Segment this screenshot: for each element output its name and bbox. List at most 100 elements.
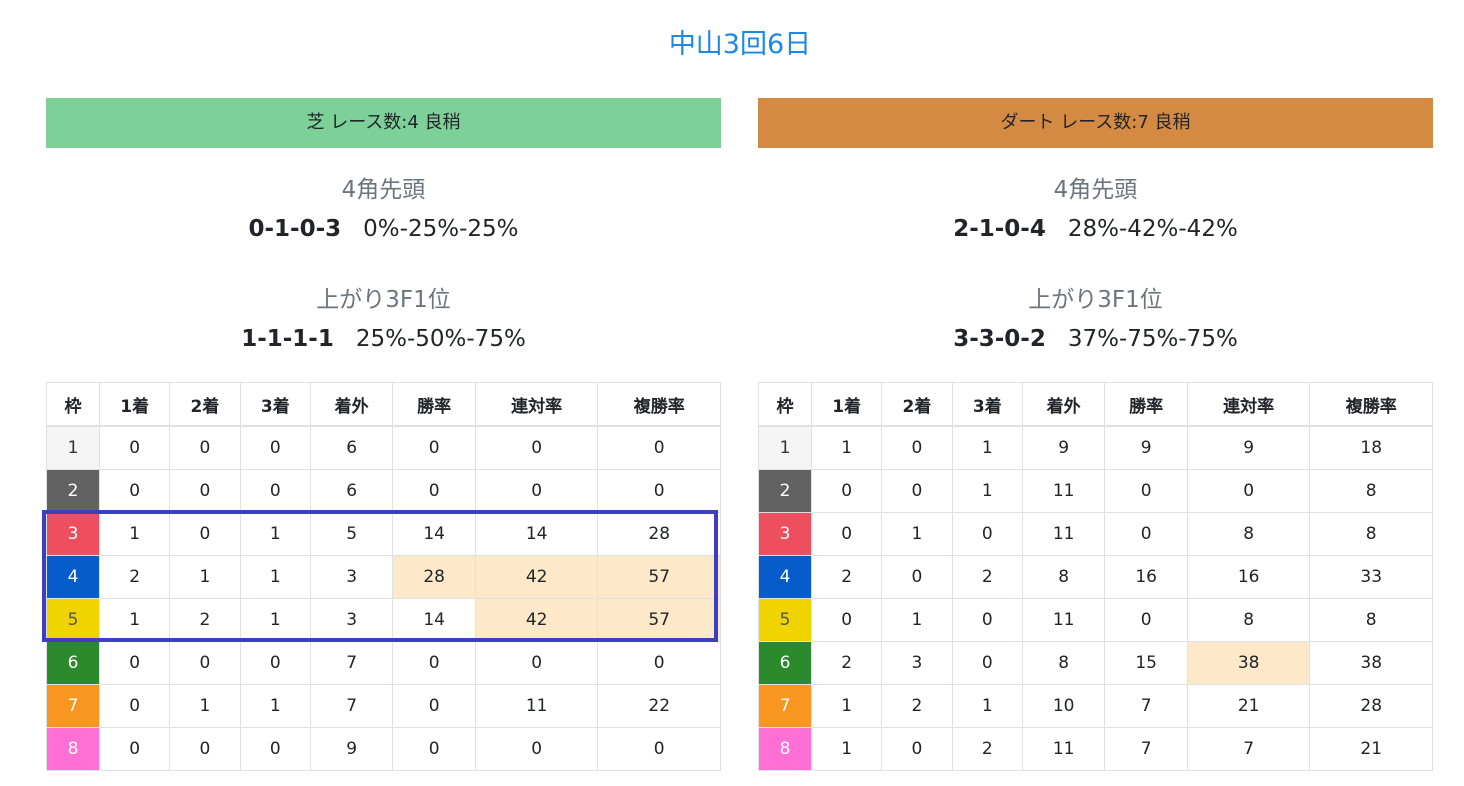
cell-win-rate: 0 [1104, 598, 1188, 642]
table-row: 80009000 [46, 727, 721, 771]
cell-win3: 1 [239, 512, 311, 556]
cell-out: 5 [309, 512, 394, 556]
cell-fukusho-rate: 0 [597, 641, 721, 685]
cell-win1: 1 [98, 598, 171, 642]
table-row: 2 0 0 1 11 0 0 8 [758, 469, 1433, 513]
cell-out: 7 [309, 684, 394, 728]
header-win3: 3着 [951, 382, 1023, 427]
dirt-lead-record: 2-1-0-4 [953, 216, 1046, 242]
cell-win1: 0 [98, 727, 171, 771]
cell-waku: 8 [46, 727, 100, 771]
cell-out: 6 [309, 469, 394, 513]
cell-waku: 7 [46, 684, 100, 728]
cell-win-rate: 7 [1104, 727, 1188, 771]
cell-win2: 0 [881, 425, 953, 470]
table-header-row: 枠 1着 2着 3着 着外 勝率 連対率 複勝率 [46, 382, 721, 427]
cell-fukusho-rate: 33 [1309, 555, 1433, 599]
cell-fukusho-rate: 28 [1309, 684, 1433, 728]
header-win1: 1着 [98, 382, 171, 427]
header-win-rate: 勝率 [1104, 382, 1188, 427]
cell-win2: 3 [881, 641, 953, 685]
cell-waku: 7 [758, 684, 812, 728]
cell-win3: 0 [239, 425, 311, 470]
header-win2: 2着 [169, 382, 241, 427]
cell-waku: 2 [46, 469, 100, 513]
cell-win2: 1 [881, 598, 953, 642]
cell-out: 10 [1021, 684, 1106, 728]
turf-panel: 芝 レース数:4 良稍 4角先頭 0-1-0-3 0%-25%-25% 上がり3F… [46, 98, 721, 771]
cell-win1: 0 [810, 469, 883, 513]
table-row: 20006000 [46, 469, 721, 513]
header-waku: 枠 [758, 382, 812, 427]
cell-win3: 2 [951, 555, 1023, 599]
cell-win1: 1 [810, 727, 883, 771]
cell-rentai-rate: 0 [474, 469, 599, 513]
header-fukusho-rate: 複勝率 [597, 382, 721, 427]
cell-out: 3 [309, 598, 394, 642]
cell-waku: 8 [758, 727, 812, 771]
header-rentai-rate: 連対率 [1186, 382, 1311, 427]
table-row: 7 1 2 1 10 7 21 28 [758, 684, 1433, 728]
cell-out: 9 [1021, 425, 1106, 470]
cell-rentai-rate: 42 [474, 598, 599, 642]
cell-win3: 0 [951, 512, 1023, 556]
cell-rentai-rate: 21 [1186, 684, 1311, 728]
cell-out: 6 [309, 425, 394, 470]
cell-win3: 0 [239, 469, 311, 513]
cell-win1: 1 [810, 425, 883, 470]
cell-waku: 5 [758, 598, 812, 642]
cell-win-rate: 0 [1104, 512, 1188, 556]
cell-win2: 0 [881, 469, 953, 513]
cell-win2: 0 [169, 469, 241, 513]
cell-rentai-rate: 8 [1186, 512, 1311, 556]
cell-win3: 1 [239, 684, 311, 728]
cell-rentai-rate: 8 [1186, 598, 1311, 642]
cell-win1: 1 [810, 684, 883, 728]
turf-last3f-record: 1-1-1-1 [241, 326, 334, 352]
cell-waku: 5 [46, 598, 100, 642]
cell-win-rate: 9 [1104, 425, 1188, 470]
cell-fukusho-rate: 38 [1309, 641, 1433, 685]
cell-waku: 6 [46, 641, 100, 685]
cell-win2: 1 [881, 512, 953, 556]
cell-rentai-rate: 16 [1186, 555, 1311, 599]
header-out: 着外 [1021, 382, 1106, 427]
cell-win3: 0 [239, 641, 311, 685]
cell-out: 11 [1021, 469, 1106, 513]
cell-win1: 0 [98, 641, 171, 685]
cell-win2: 1 [169, 684, 241, 728]
cell-win-rate: 15 [1104, 641, 1188, 685]
cell-fukusho-rate: 0 [597, 425, 721, 470]
turf-lead-rates: 0%-25%-25% [363, 216, 519, 242]
cell-win-rate: 0 [392, 469, 476, 513]
table-header-row: 枠 1着 2着 3着 着外 勝率 連対率 複勝率 [758, 382, 1433, 427]
turf-stats-table: 枠 1着 2着 3着 着外 勝率 連対率 複勝率 1 0 0 0 6 0 0 0 2 0 0 0 6 0 0 0 3 1 0 1 5 14… [46, 382, 721, 771]
cell-win2: 0 [881, 727, 953, 771]
cell-win1: 0 [810, 512, 883, 556]
header-waku: 枠 [46, 382, 100, 427]
header-win1: 1着 [810, 382, 883, 427]
cell-win3: 0 [951, 598, 1023, 642]
cell-win3: 1 [951, 425, 1023, 470]
cell-win3: 1 [239, 555, 311, 599]
cell-rentai-rate: 0 [474, 641, 599, 685]
cell-win-rate: 0 [392, 684, 476, 728]
cell-rentai-rate: 42 [474, 555, 599, 599]
cell-win3: 1 [239, 598, 311, 642]
cell-rentai-rate: 0 [1186, 469, 1311, 513]
header-win-rate: 勝率 [392, 382, 476, 427]
dirt-panel: ダート レース数:7 良稍 4角先頭 2-1-0-4 28%-42%-42% 上が… [758, 98, 1433, 771]
dirt-banner: ダート レース数:7 良稍 [758, 98, 1433, 148]
cell-fukusho-rate: 8 [1309, 598, 1433, 642]
cell-waku: 3 [46, 512, 100, 556]
cell-win3: 1 [951, 684, 1023, 728]
cell-win-rate: 16 [1104, 555, 1188, 599]
cell-fukusho-rate: 18 [1309, 425, 1433, 470]
cell-win-rate: 0 [392, 641, 476, 685]
cell-win1: 0 [98, 425, 171, 470]
cell-win1: 2 [98, 555, 171, 599]
cell-win2: 1 [169, 555, 241, 599]
cell-fukusho-rate: 57 [597, 555, 721, 599]
cell-waku: 6 [758, 641, 812, 685]
dirt-last3f-rates: 37%-75%-75% [1067, 326, 1238, 352]
